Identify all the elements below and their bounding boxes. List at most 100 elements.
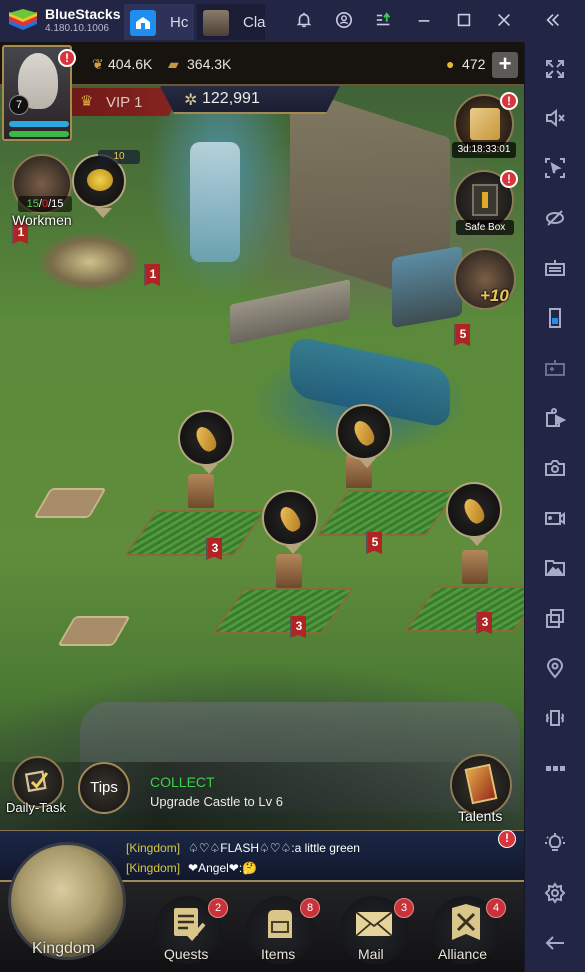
screenshot-icon[interactable]	[542, 455, 568, 481]
building-level-flag: 1	[144, 264, 160, 286]
farm-building[interactable]	[403, 586, 524, 632]
talents-button[interactable]	[450, 754, 512, 816]
close-icon[interactable]	[494, 11, 514, 31]
back-icon[interactable]	[542, 930, 568, 956]
more-icon[interactable]	[542, 755, 568, 781]
gamepad-icon[interactable]	[542, 355, 568, 381]
collect-food-pin[interactable]	[336, 404, 392, 468]
power-value: 122,991	[202, 90, 260, 107]
wheat-icon	[276, 503, 304, 535]
updates-icon[interactable]	[374, 11, 394, 31]
alliance-shield-icon	[452, 904, 480, 940]
resource-bar: ❦ 404.6K ▰ 364.3K ● 472 +	[0, 42, 524, 86]
building-level-flag: 5	[454, 324, 470, 346]
alert-icon: !	[500, 92, 518, 110]
media-import-icon[interactable]	[542, 405, 568, 431]
phone-portrait-icon[interactable]	[542, 305, 568, 331]
food-amount[interactable]: 404.6K	[108, 56, 152, 72]
farm-building[interactable]	[123, 510, 267, 556]
nav-label-quests: Quests	[164, 946, 209, 962]
waterfall	[190, 142, 240, 262]
nav-label-items: Items	[261, 946, 296, 962]
location-icon[interactable]	[542, 655, 568, 681]
wheat-icon	[192, 423, 220, 455]
gold-icon: ●	[446, 56, 455, 72]
workmen-count: 15/0/15	[18, 196, 72, 212]
coin-pile-count: 10	[98, 150, 140, 164]
chat-text: ♤♡♤FLASH♤♡♤:a little green	[188, 841, 360, 855]
mute-icon[interactable]	[542, 105, 568, 131]
windmill-icon	[276, 554, 302, 588]
buy-gold-button[interactable]: +	[492, 52, 518, 78]
gold-amount[interactable]: 472	[462, 56, 485, 72]
farm-building[interactable]	[211, 588, 355, 634]
crown-icon: ♛	[80, 93, 94, 110]
food-icon: ❦	[92, 56, 104, 72]
settings-icon[interactable]	[542, 880, 568, 906]
app-name: BlueStacks	[45, 6, 121, 22]
app-version: 4.180.10.1006	[45, 23, 109, 34]
hero-bonus: +10	[480, 286, 509, 305]
farm-building[interactable]	[315, 490, 459, 536]
account-icon[interactable]	[334, 11, 354, 31]
bluestacks-sidebar	[524, 42, 585, 972]
maximize-icon[interactable]	[454, 11, 474, 31]
minimize-icon[interactable]	[414, 11, 434, 31]
chat-alert-icon: !	[498, 830, 516, 848]
brightness-icon[interactable]	[542, 830, 568, 856]
record-icon[interactable]	[542, 505, 568, 531]
chat-message: [Kingdom] ❤Angel❤:🤔	[126, 861, 257, 875]
tab-label: Hc	[170, 14, 189, 31]
alliance-badge: 4	[486, 898, 506, 918]
tab-home[interactable]: Hc	[124, 4, 194, 40]
fullscreen-icon[interactable]	[542, 56, 568, 82]
tab-game[interactable]: Cla	[197, 4, 266, 40]
bell-icon[interactable]	[294, 11, 314, 31]
game-viewport[interactable]: 1 1 5 3 5 3 3 ❦ 404.6K ▰ 364.3K ● 472 + …	[0, 42, 524, 972]
chat-message: [Kingdom] ♤♡♤FLASH♤♡♤:a little green	[126, 841, 360, 855]
alert-icon: !	[500, 170, 518, 188]
power-icon: ✲	[184, 92, 198, 109]
building-level-flag: 3	[206, 538, 222, 560]
safe-icon	[472, 184, 498, 216]
player-level: 7	[9, 95, 29, 115]
collect-food-pin[interactable]	[446, 482, 502, 546]
collect-quest-text[interactable]: Upgrade Castle to Lv 6	[150, 794, 283, 809]
multi-instance-icon[interactable]	[542, 605, 568, 631]
media-folder-icon[interactable]	[542, 555, 568, 581]
home-icon	[130, 10, 156, 36]
checklist-icon	[24, 770, 49, 793]
safe-box-label: Safe Box	[456, 220, 514, 235]
talents-label: Talents	[458, 808, 503, 824]
collect-food-pin[interactable]	[262, 490, 318, 554]
gift-scroll-icon	[470, 108, 500, 140]
manor-building[interactable]	[392, 245, 462, 329]
building-level-flag: 3	[290, 616, 306, 638]
alert-icon: !	[58, 49, 76, 67]
nav-label-kingdom: Kingdom	[32, 940, 96, 957]
power-display[interactable]: ✲ 122,991	[160, 86, 340, 114]
wheat-icon	[350, 417, 378, 449]
items-badge: 8	[300, 898, 320, 918]
visibility-off-icon[interactable]	[542, 205, 568, 231]
tips-button[interactable]: Tips	[78, 762, 130, 814]
collapse-sidebar-icon[interactable]	[543, 11, 563, 31]
empty-plot[interactable]	[57, 616, 131, 646]
coins-icon	[87, 169, 113, 191]
wheat-icon	[460, 495, 488, 527]
keyboard-icon[interactable]	[542, 255, 568, 281]
vip-level: VIP 1	[106, 94, 143, 111]
empty-plot[interactable]	[33, 488, 107, 518]
collect-food-pin[interactable]	[178, 410, 234, 474]
talent-book-icon	[464, 763, 498, 805]
stamina-bar	[9, 121, 69, 127]
gold-mine-building[interactable]	[40, 234, 140, 290]
pointer-lock-icon[interactable]	[542, 155, 568, 181]
collect-title[interactable]: COLLECT	[150, 774, 215, 790]
wood-icon: ▰	[168, 56, 179, 72]
wood-amount[interactable]: 364.3K	[187, 56, 231, 72]
shake-icon[interactable]	[542, 705, 568, 731]
chat-channel: [Kingdom]	[126, 841, 181, 855]
quests-badge: 2	[208, 898, 228, 918]
bluestacks-logo-icon	[9, 9, 37, 30]
